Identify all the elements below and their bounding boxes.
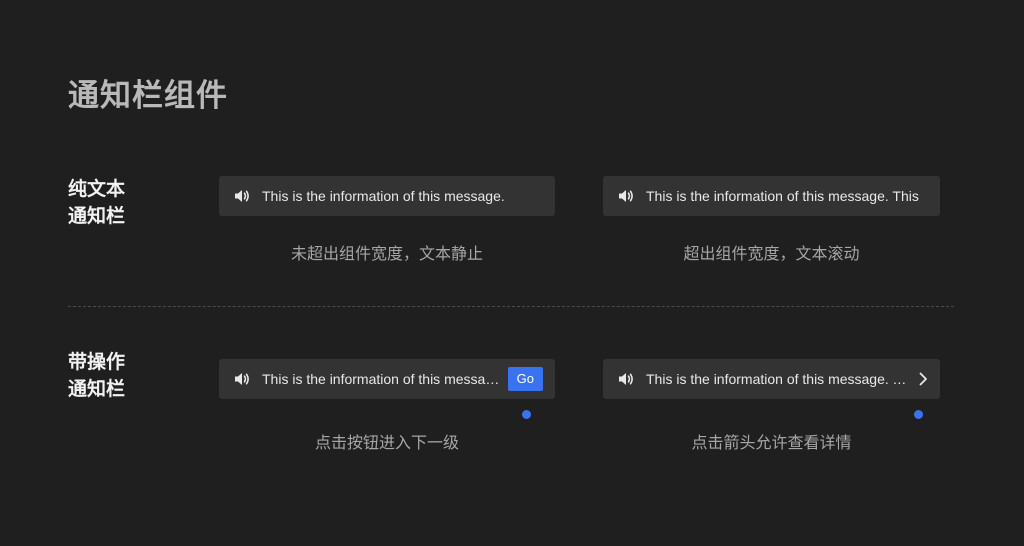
- page: 通知栏组件 纯文本 通知栏 This is the information of…: [0, 0, 1024, 546]
- notice-text: This is the information of this message.…: [646, 371, 908, 387]
- notice-text: This is the information of this message.: [262, 188, 505, 204]
- notice-text: This is the information of this message.: [262, 371, 500, 387]
- notice-bar-static: This is the information of this message.: [219, 176, 555, 216]
- notice-bar-scrolling: This is the information of this message.…: [603, 176, 940, 216]
- indicator-dot: [914, 410, 923, 419]
- caption-button-action: 点击按钮进入下一级: [314, 433, 459, 452]
- indicator-dot: [522, 410, 531, 419]
- section-label-with-action: 带操作 通知栏: [68, 351, 126, 400]
- page-title: 通知栏组件: [68, 78, 228, 114]
- notice-bar-with-arrow[interactable]: This is the information of this message.…: [603, 359, 940, 399]
- section-divider: [68, 306, 954, 307]
- speaker-icon: [617, 370, 635, 388]
- go-button[interactable]: Go: [507, 367, 543, 391]
- speaker-icon: [233, 187, 251, 205]
- notice-bar-with-button[interactable]: This is the information of this message.…: [219, 359, 555, 399]
- section-label-plain-text: 纯文本 通知栏: [68, 178, 126, 227]
- notice-text: This is the information of this message.…: [646, 188, 919, 204]
- speaker-icon: [617, 187, 635, 205]
- speaker-icon: [233, 370, 251, 388]
- caption-scrolling: 超出组件宽度，文本滚动: [683, 244, 860, 263]
- caption-static: 未超出组件宽度，文本静止: [290, 244, 483, 263]
- caption-arrow-action: 点击箭头允许查看详情: [691, 433, 852, 452]
- chevron-right-icon[interactable]: [916, 370, 930, 388]
